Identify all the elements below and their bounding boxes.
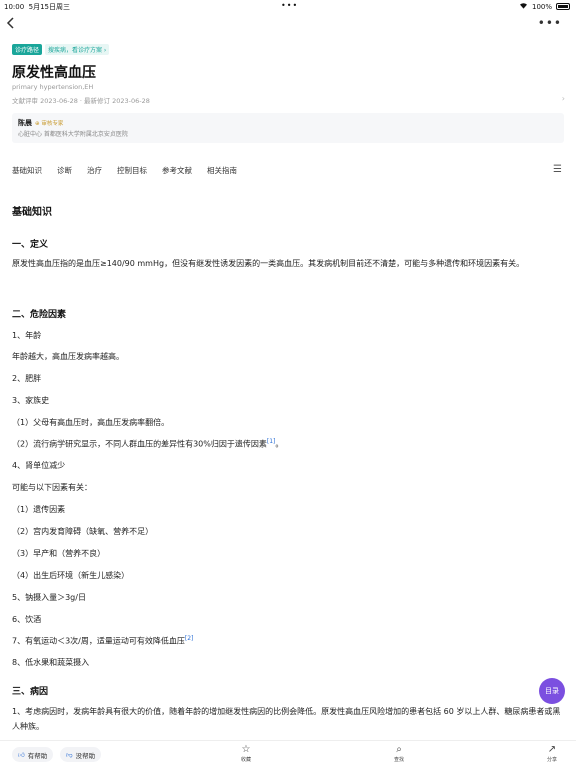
multitask-dots-icon[interactable]: ••• xyxy=(281,1,298,10)
risk-family: 3、家族史 xyxy=(12,396,50,405)
nephron-item-1: （1）遗传因素 xyxy=(12,505,66,514)
review-dates[interactable]: 文献评审 2023-06-28 · 最新修订 2023-06-28 xyxy=(12,95,150,105)
star-icon: ☆ xyxy=(241,744,251,755)
status-bar: 10:00 5月15日周三 ••• 100% xyxy=(0,0,576,12)
tab-control-targets[interactable]: 控制目标 xyxy=(117,165,147,176)
share-button[interactable]: ↗ 分享 xyxy=(537,744,567,763)
search-diseases-link[interactable]: 搜疾病，看诊疗方案 › xyxy=(45,44,110,55)
more-options-icon[interactable]: ••• xyxy=(538,16,562,30)
status-time: 10:00 5月15日周三 xyxy=(4,3,71,11)
battery-icon xyxy=(556,3,570,10)
search-doc-icon: ⌕ xyxy=(396,744,402,755)
risk-age-desc: 年龄越大，高血压发病率越高。 xyxy=(12,352,124,361)
risk-sodium: 5、钠摄入量＞3g/日 xyxy=(12,593,86,602)
section-title: 基础知识 xyxy=(12,207,52,218)
family-item-2: （2）流行病学研究显示，不同人群血压的差异性有30%归因于遗传因素[1]。 xyxy=(12,438,284,449)
back-chevron-icon[interactable] xyxy=(6,16,22,34)
nephron-intro: 可能与以下因素有关： xyxy=(12,483,92,492)
heading-risk-factors: 二、危险因素 xyxy=(12,310,67,320)
nephron-item-2: （2）宫内发育障碍（缺氧、营养不足） xyxy=(12,527,154,536)
risk-nephron: 4、肾单位减少 xyxy=(12,461,66,470)
status-right: 100% xyxy=(519,2,570,11)
author-name: 陈晨 xyxy=(18,119,32,127)
page-title: 原发性高血压 xyxy=(12,65,96,81)
tab-diagnosis[interactable]: 诊断 xyxy=(57,165,72,176)
favorite-button[interactable]: ☆ 收藏 xyxy=(231,744,261,763)
tab-basics[interactable]: 基础知识 xyxy=(12,165,42,176)
battery-percent: 100% xyxy=(531,2,552,11)
reference-link[interactable]: [2] xyxy=(185,635,194,642)
nephron-item-4: （4）出生后环境（新生儿感染） xyxy=(12,571,130,580)
risk-obesity: 2、肥胖 xyxy=(12,374,42,383)
heading-causes: 三、病因 xyxy=(12,687,49,697)
english-subtitle: primary hypertension,EH xyxy=(12,83,94,91)
tag-row: 诊疗路径 搜疾病，看诊疗方案 › xyxy=(12,44,110,55)
author-affiliation: 心脏中心 首都医科大学附属北京安贞医院 xyxy=(18,131,128,138)
wifi-icon xyxy=(519,2,528,11)
nav-bar: ••• xyxy=(0,14,576,36)
tab-references[interactable]: 参考文献 xyxy=(162,165,192,176)
toc-float-button[interactable]: 目录 xyxy=(539,678,565,704)
risk-age: 1、年龄 xyxy=(12,331,42,340)
author-card[interactable]: 陈晨 ⊕ 审核专家 心脏中心 首都医科大学附属北京安贞医院 xyxy=(12,113,564,143)
bottom-bar: 👍︎ 有帮助 👎︎ 没帮助 ☆ 收藏 ⌕ 查找 ↗ 分享 xyxy=(0,740,576,768)
tab-treatment[interactable]: 治疗 xyxy=(87,165,102,176)
helpful-button[interactable]: 👍︎ 有帮助 xyxy=(12,747,54,762)
find-button[interactable]: ⌕ 查找 xyxy=(384,744,414,763)
nephron-item-3: （3）早产和（营养不良） xyxy=(12,549,106,558)
risk-fruit: 8、低水果和蔬菜摄入 xyxy=(12,658,90,667)
share-icon: ↗ xyxy=(547,744,557,755)
risk-exercise: 7、有氧运动＜3次/周，适量运动可有效降低血压[2] xyxy=(12,635,194,646)
definition-text: 原发性高血压指的是血压≥140/90 mmHg，但没有继发性诱发因素的一类高血压… xyxy=(12,259,525,268)
family-item-1: （1）父母有高血压时，高血压发病率翻倍。 xyxy=(12,418,170,427)
heading-definition: 一、定义 xyxy=(12,240,49,250)
menu-list-icon[interactable]: ☰ xyxy=(553,164,562,175)
thumbs-down-icon: 👎︎ xyxy=(66,750,73,759)
tab-guidelines[interactable]: 相关指南 xyxy=(207,165,237,176)
unhelpful-button[interactable]: 👎︎ 没帮助 xyxy=(60,747,102,762)
category-badge: 诊疗路径 xyxy=(12,44,43,55)
thumbs-up-icon: 👍︎ xyxy=(18,750,25,759)
reviewer-badge: ⊕ 审核专家 xyxy=(35,121,64,127)
risk-alcohol: 6、饮酒 xyxy=(12,615,42,624)
cause-text: 1、考虑病因时，发病年龄具有很大的价值，随着年龄的增加继发性病因的比例会降低。原… xyxy=(12,707,561,731)
section-tabs: 基础知识 诊断 治疗 控制目标 参考文献 相关指南 xyxy=(12,165,237,176)
chevron-right-icon[interactable]: › xyxy=(562,94,565,103)
